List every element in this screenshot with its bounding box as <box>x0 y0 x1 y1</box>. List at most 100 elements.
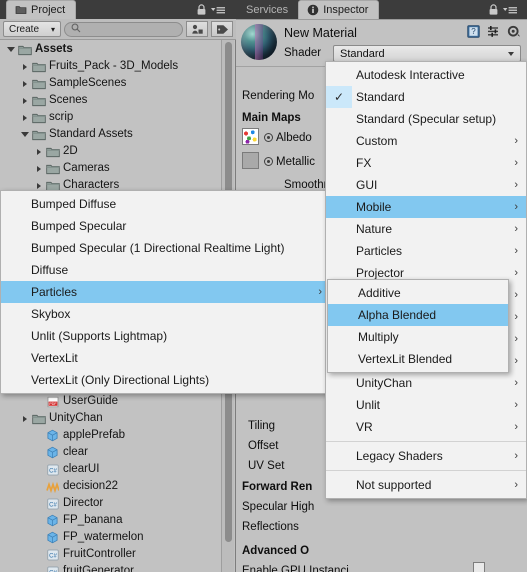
asset-filter-icon[interactable] <box>186 21 208 37</box>
tab-services[interactable]: Services <box>236 0 298 19</box>
shader-dropdown[interactable]: Standard <box>333 45 521 62</box>
project-tree-lower: PDF UserGuide UnityChan applePrefab clear C# c… <box>0 393 221 572</box>
menu-item[interactable]: Bumped Specular (1 Directional Realtime … <box>1 237 330 259</box>
chevron-right-icon[interactable] <box>18 114 31 121</box>
tab-inspector[interactable]: Inspector <box>298 0 380 19</box>
tab-inspector-label: Inspector <box>323 4 369 16</box>
tree-row[interactable]: FP_watermelon <box>0 529 221 546</box>
chevron-right-icon[interactable] <box>18 415 31 422</box>
menu-item[interactable]: Autodesk Interactive <box>326 64 526 86</box>
tree-row[interactable]: FP_banana <box>0 512 221 529</box>
tree-row[interactable]: Fruits_Pack - 3D_Models <box>0 58 221 75</box>
svg-text:?: ? <box>471 27 476 36</box>
menu-item[interactable]: UnityChan › <box>326 372 526 394</box>
tree-row[interactable]: C# FruitController <box>0 546 221 563</box>
menu-item[interactable]: Nature › <box>326 218 526 240</box>
preset-icon[interactable] <box>487 25 500 43</box>
create-button[interactable]: Create ▾ <box>3 21 61 37</box>
chevron-right-icon: › <box>514 479 518 491</box>
tree-row[interactable]: Cameras <box>0 160 221 177</box>
legacy-shaders-submenu[interactable]: Bumped Diffuse Bumped Specular Bumped Spec… <box>0 190 331 394</box>
chevron-right-icon[interactable] <box>18 80 31 87</box>
chevron-right-icon[interactable] <box>32 165 45 172</box>
chevron-right-icon[interactable] <box>32 148 45 155</box>
tree-row[interactable]: SampleScenes <box>0 75 221 92</box>
menu-item-label: Not supported <box>356 478 432 492</box>
menu-item[interactable]: Particles › <box>326 240 526 262</box>
chevron-right-icon: › <box>514 311 518 323</box>
tree-row[interactable]: C# clearUI <box>0 461 221 478</box>
menu-item[interactable]: Bumped Diffuse <box>1 193 330 215</box>
chevron-right-icon[interactable] <box>32 182 45 189</box>
property-toggle-icon[interactable] <box>264 157 273 167</box>
menu-item[interactable]: Standard (Specular setup) <box>326 108 526 130</box>
tree-row[interactable]: applePrefab <box>0 427 221 444</box>
gear-icon[interactable] <box>507 25 521 43</box>
tab-project[interactable]: Project <box>6 0 77 19</box>
tree-row-label: FruitController <box>63 547 136 560</box>
chevron-right-icon[interactable] <box>18 63 31 70</box>
tree-row[interactable]: UnityChan <box>0 410 221 427</box>
menu-item[interactable]: Additive <box>328 282 508 304</box>
menu-item[interactable]: Skybox <box>1 303 330 325</box>
label-tag-icon[interactable] <box>211 21 233 37</box>
tree-row[interactable]: scrip <box>0 109 221 126</box>
tree-row[interactable]: PDF UserGuide <box>0 393 221 410</box>
menu-item[interactable]: Bumped Specular <box>1 215 330 237</box>
svg-text:C#: C# <box>49 553 57 559</box>
menu-item[interactable]: Custom › <box>326 130 526 152</box>
menu-item[interactable]: Multiply <box>328 326 508 348</box>
material-header: New Material Shader Standard ? <box>236 20 527 67</box>
tree-row[interactable]: Standard Assets <box>0 126 221 143</box>
menu-item-label: Bumped Specular <box>31 219 127 233</box>
chevron-right-icon: › <box>514 333 518 345</box>
menu-item[interactable]: Particles › <box>1 281 330 303</box>
menu-item[interactable]: Unlit (Supports Lightmap) <box>1 325 330 347</box>
tree-row[interactable]: C#fruitGenerator <box>0 563 221 572</box>
menu-item[interactable]: ✓ Standard <box>326 86 526 108</box>
tree-row-label: Fruits_Pack - 3D_Models <box>49 59 179 72</box>
menu-item-label: Nature <box>356 222 393 236</box>
tab-project-label: Project <box>31 4 66 16</box>
menu-item-label: Custom <box>356 134 398 148</box>
menu-item-label: Standard (Specular setup) <box>356 112 497 126</box>
menu-item[interactable]: VertexLit <box>1 347 330 369</box>
tree-row[interactable]: 2D <box>0 143 221 160</box>
tree-row[interactable]: Assets <box>0 41 221 58</box>
inspector-header-icons: ? <box>467 25 521 43</box>
particles-submenu[interactable]: Additive Alpha Blended Multiply VertexLit B… <box>327 279 509 373</box>
menu-item[interactable]: Mobile › <box>326 196 526 218</box>
search-input[interactable] <box>64 21 183 37</box>
menu-item[interactable]: VertexLit (Only Directional Lights) <box>1 369 330 391</box>
menu-item[interactable]: VertexLit Blended <box>328 348 508 370</box>
menu-item[interactable]: VR › <box>326 416 526 438</box>
menu-item[interactable]: Not supported › <box>326 474 526 496</box>
tree-row-label: Assets <box>35 42 73 55</box>
tree-row-label: FP_banana <box>63 513 123 526</box>
chevron-right-icon[interactable] <box>18 97 31 104</box>
menu-item[interactable]: Alpha Blended <box>328 304 508 326</box>
property-toggle-icon[interactable] <box>264 133 273 143</box>
inspector-field-label: Advanced O <box>242 545 310 557</box>
help-book-icon[interactable]: ? <box>467 25 480 43</box>
prefab-icon <box>45 429 60 442</box>
tree-row[interactable]: C# Director <box>0 495 221 512</box>
metallic-texture-thumb[interactable] <box>242 152 259 169</box>
menu-item-label: Autodesk Interactive <box>356 68 465 82</box>
menu-item[interactable]: Legacy Shaders › <box>326 445 526 467</box>
albedo-texture-thumb[interactable] <box>242 128 259 145</box>
folder-icon <box>45 146 60 158</box>
chevron-down-icon[interactable] <box>4 47 17 52</box>
gpu-instancing-checkbox[interactable] <box>473 562 485 572</box>
create-button-label: Create <box>9 23 40 35</box>
inspector-field-label: Enable GPU Instanci <box>242 565 349 572</box>
tree-row[interactable]: clear <box>0 444 221 461</box>
chevron-down-icon[interactable] <box>18 132 31 137</box>
tree-row[interactable]: decision22 <box>0 478 221 495</box>
menu-item[interactable]: FX › <box>326 152 526 174</box>
menu-item[interactable]: Diffuse <box>1 259 330 281</box>
folder-icon <box>31 413 46 425</box>
menu-item[interactable]: GUI › <box>326 174 526 196</box>
menu-item[interactable]: Unlit › <box>326 394 526 416</box>
tree-row[interactable]: Scenes <box>0 92 221 109</box>
